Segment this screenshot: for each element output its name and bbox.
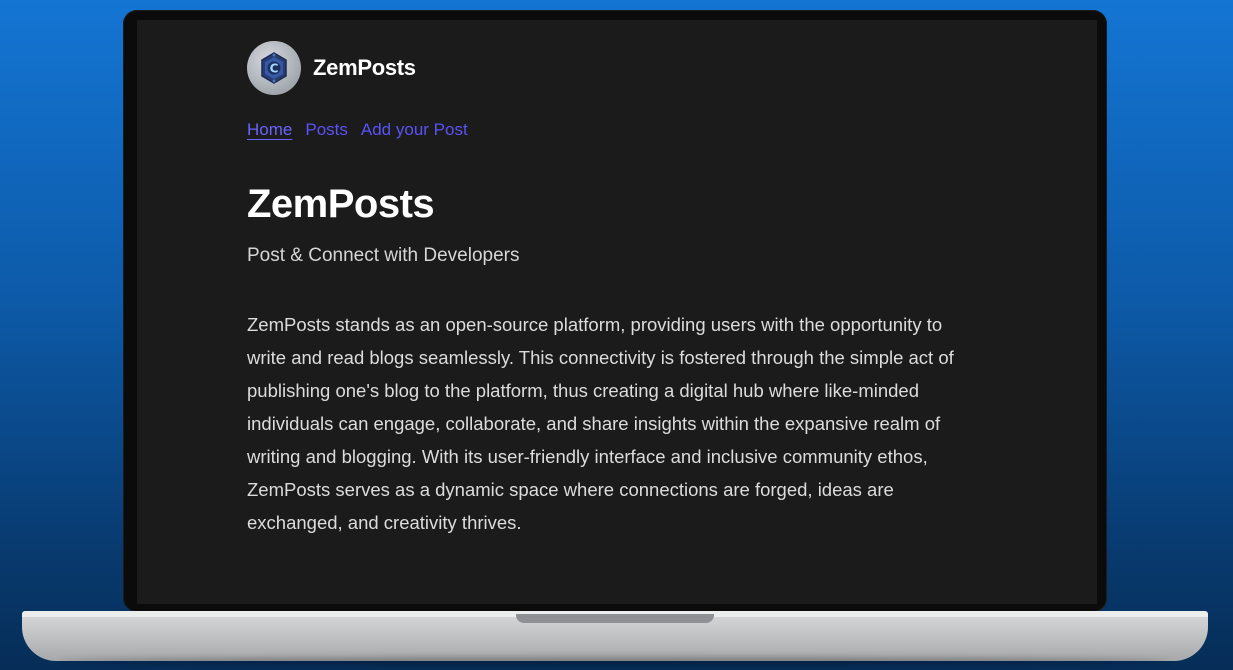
zemposts-logo-icon[interactable]: C xyxy=(247,41,301,95)
nav-link-add-post[interactable]: Add your Post xyxy=(361,120,468,140)
brand-name[interactable]: ZemPosts xyxy=(313,55,416,81)
hero-subtitle: Post & Connect with Developers xyxy=(247,245,520,266)
brand[interactable]: C ZemPosts xyxy=(247,41,416,95)
nav-link-home[interactable]: Home xyxy=(247,120,292,140)
laptop-screen: C ZemPosts Home Posts Add your Post ZemP… xyxy=(137,20,1097,604)
nav-link-posts[interactable]: Posts xyxy=(305,120,348,140)
main-nav: Home Posts Add your Post xyxy=(247,120,468,140)
hero-title: ZemPosts xyxy=(247,182,435,226)
hero-description: ZemPosts stands as an open-source platfo… xyxy=(247,314,954,533)
laptop-shadow xyxy=(60,657,1170,665)
laptop-notch xyxy=(516,614,714,623)
svg-text:C: C xyxy=(270,62,279,76)
